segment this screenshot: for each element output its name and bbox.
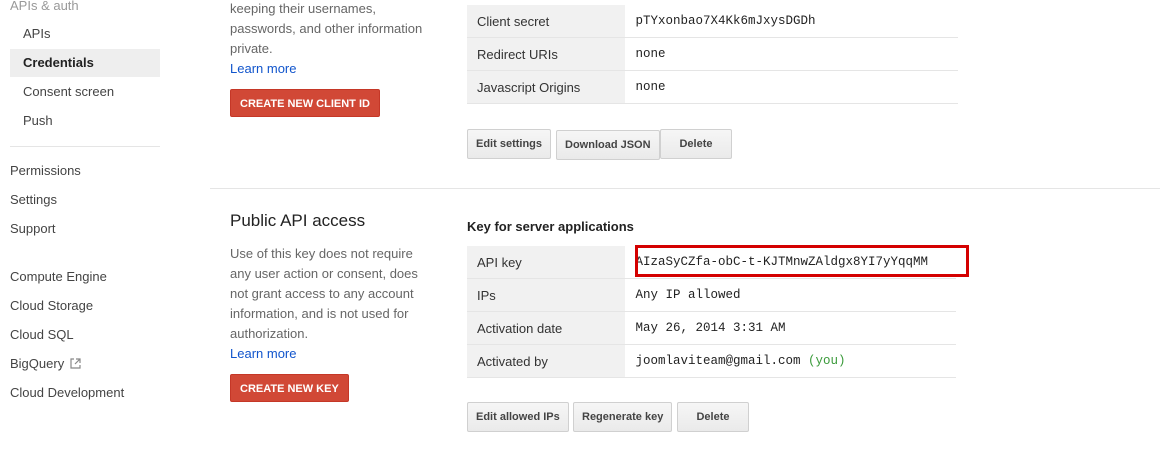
activated-by-you-tag: (you) <box>808 354 846 368</box>
regenerate-key-button[interactable]: Regenerate key <box>573 402 673 432</box>
redirect-uris-value: none <box>625 37 958 71</box>
client-secret-label: Client secret <box>467 5 626 38</box>
public-api-learn-more-link[interactable]: Learn more <box>230 346 296 361</box>
sidebar-item-push[interactable]: Push <box>10 107 160 135</box>
sidebar-category-apis-auth: APIs & auth <box>10 0 79 13</box>
table-row: IPs Any IP allowed <box>467 278 956 312</box>
table-row: Javascript Origins none <box>467 70 958 104</box>
sidebar: APIs & auth APIs Credentials Consent scr… <box>0 0 170 450</box>
sidebar-item-settings[interactable]: Settings <box>10 186 160 214</box>
delete-client-button[interactable]: Delete <box>660 129 732 159</box>
external-link-icon <box>70 351 81 379</box>
sidebar-item-bigquery-label: BigQuery <box>10 356 65 371</box>
ips-value: Any IP allowed <box>625 278 956 312</box>
sidebar-item-consent-screen[interactable]: Consent screen <box>10 78 160 106</box>
api-key-label: API key <box>467 246 626 279</box>
activation-date-value: May 26, 2014 3:31 AM <box>625 311 956 345</box>
activated-by-value: joomlaviteam@gmail.com (you) <box>625 344 956 378</box>
oauth-client-table: Client secret pTYxonbao7X4Kk6mJxysDGDh R… <box>467 5 958 104</box>
edit-settings-button[interactable]: Edit settings <box>467 129 552 159</box>
section-divider <box>210 188 1160 189</box>
activated-by-label: Activated by <box>467 344 626 378</box>
table-row: Redirect URIs none <box>467 37 958 71</box>
javascript-origins-label: Javascript Origins <box>467 70 626 104</box>
create-new-client-id-button[interactable]: CREATE NEW CLIENT ID <box>230 89 380 117</box>
table-row: Client secret pTYxonbao7X4Kk6mJxysDGDh <box>467 5 958 38</box>
ips-label: IPs <box>467 278 626 312</box>
client-secret-value: pTYxonbao7X4Kk6mJxysDGDh <box>625 5 958 38</box>
sidebar-item-cloud-sql[interactable]: Cloud SQL <box>10 321 160 349</box>
table-row: Activated by joomlaviteam@gmail.com (you… <box>467 344 956 378</box>
redirect-uris-label: Redirect URIs <box>467 37 626 71</box>
sidebar-item-compute-engine[interactable]: Compute Engine <box>10 263 160 291</box>
sidebar-divider <box>10 146 160 147</box>
download-json-button[interactable]: Download JSON <box>556 130 660 160</box>
javascript-origins-value: none <box>625 70 958 104</box>
oauth-learn-more-link[interactable]: Learn more <box>230 61 296 76</box>
activated-by-email: joomlaviteam@gmail.com <box>635 354 801 368</box>
public-api-access-title: Public API access <box>230 211 366 230</box>
oauth-description: keeping their usernames, passwords, and … <box>230 0 435 79</box>
oauth-description-text: keeping their usernames, passwords, and … <box>230 1 423 56</box>
sidebar-item-support[interactable]: Support <box>10 215 160 243</box>
activation-date-label: Activation date <box>467 311 626 345</box>
edit-allowed-ips-button[interactable]: Edit allowed IPs <box>467 402 569 432</box>
api-key-highlight-box <box>635 245 969 277</box>
create-new-key-button[interactable]: CREATE NEW KEY <box>230 374 349 402</box>
delete-key-button[interactable]: Delete <box>677 402 749 432</box>
sidebar-item-apis[interactable]: APIs <box>10 20 160 48</box>
sidebar-item-cloud-storage[interactable]: Cloud Storage <box>10 292 160 320</box>
public-api-description: Use of this key does not require any use… <box>230 244 435 364</box>
key-heading: Key for server applications <box>467 219 634 234</box>
sidebar-item-cloud-development[interactable]: Cloud Development <box>10 379 160 407</box>
public-api-description-text: Use of this key does not require any use… <box>230 246 418 341</box>
table-row: Activation date May 26, 2014 3:31 AM <box>467 311 956 345</box>
sidebar-item-credentials[interactable]: Credentials <box>10 49 160 77</box>
sidebar-item-bigquery[interactable]: BigQuery <box>10 350 160 378</box>
sidebar-item-permissions[interactable]: Permissions <box>10 157 160 185</box>
